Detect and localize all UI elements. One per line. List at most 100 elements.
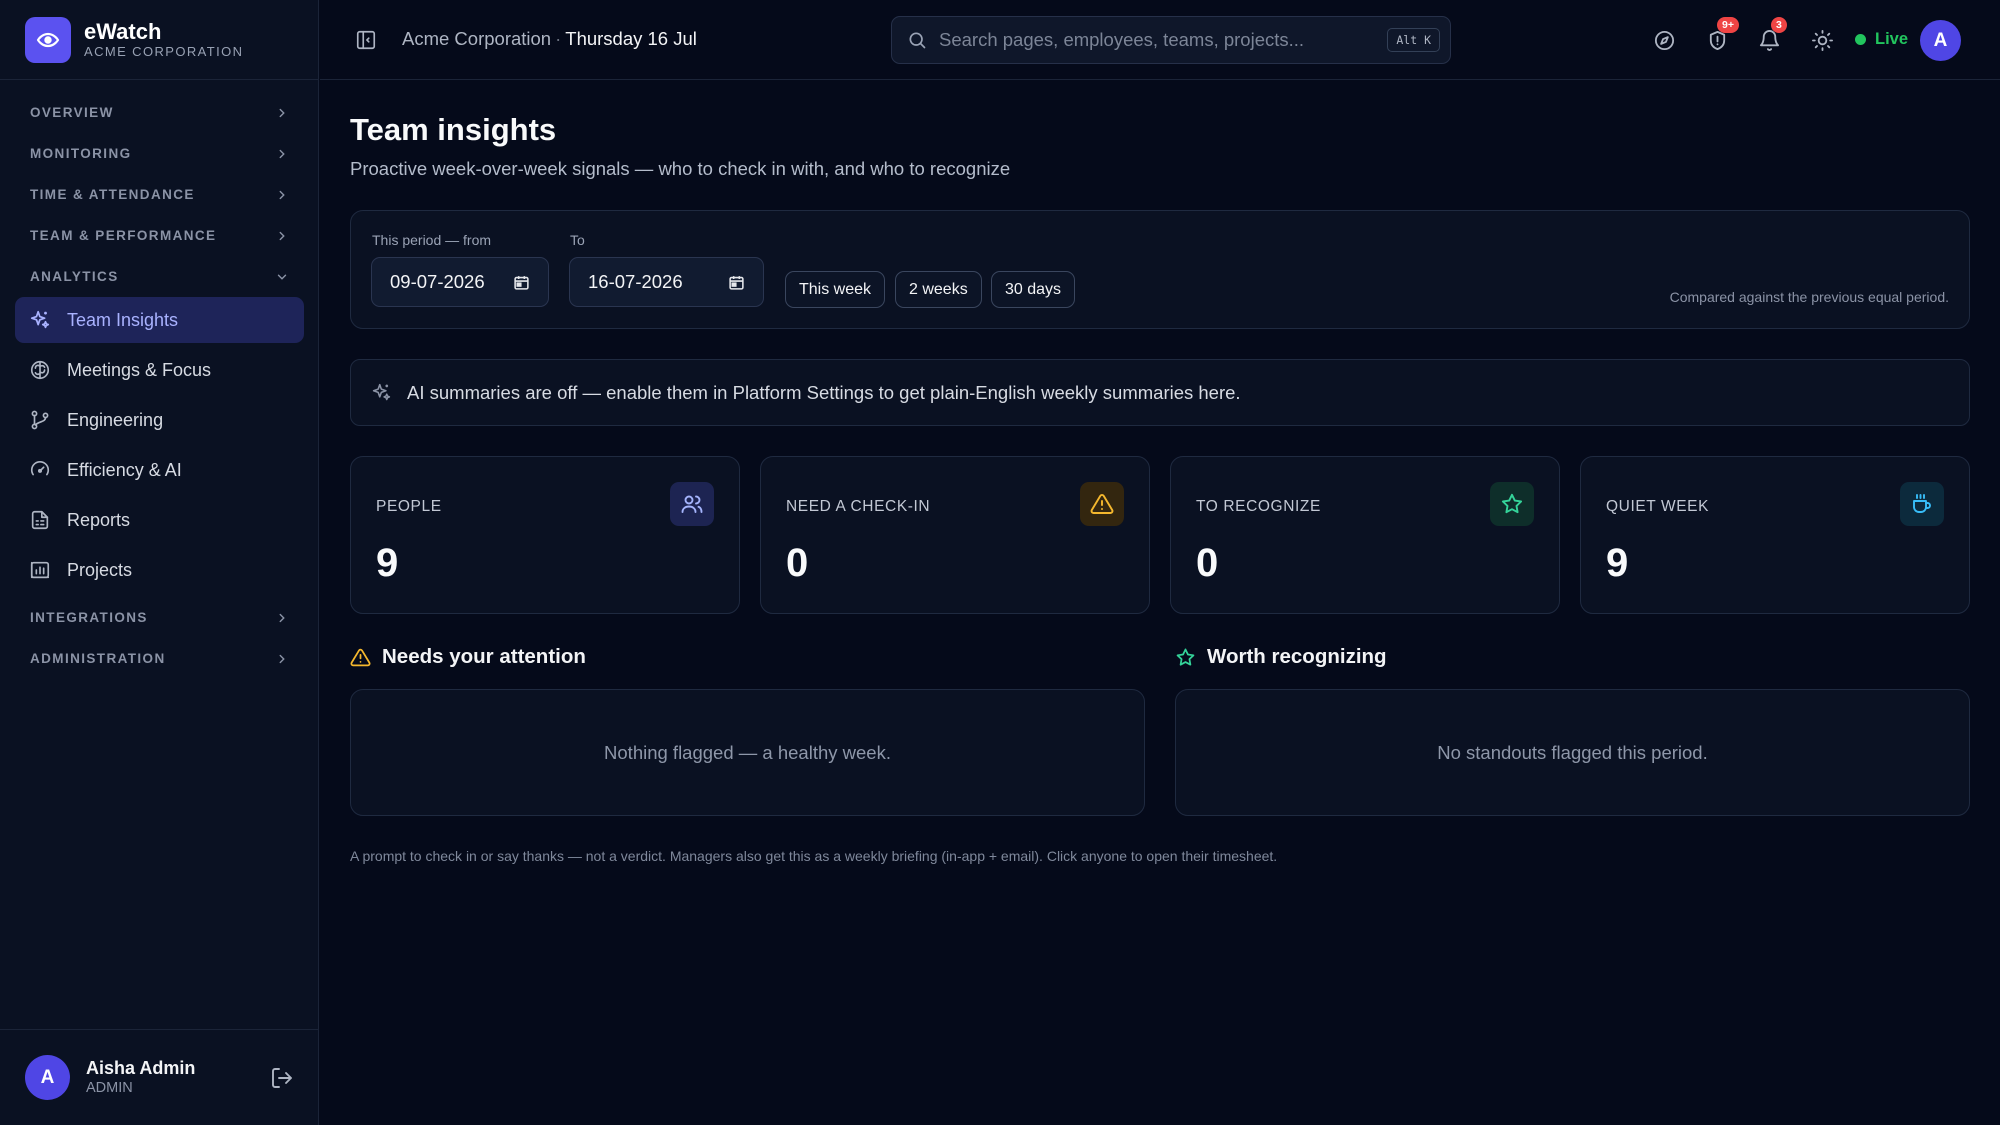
worth-recognizing-heading: Worth recognizing	[1175, 645, 1387, 669]
stat-label: NEED A CHECK-IN	[786, 498, 931, 515]
nav-section-overview[interactable]: OVERVIEW	[15, 92, 304, 133]
user-profile[interactable]: A Aisha Admin ADMIN	[25, 1055, 195, 1100]
nav-section-label: MONITORING	[30, 146, 132, 161]
period-filter-card: This period — from 09-07-2026 To 16-07-2…	[350, 210, 1970, 329]
brain-icon	[29, 359, 51, 381]
nav-section-team-performance[interactable]: TEAM & PERFORMANCE	[15, 215, 304, 256]
nav-section-time-attendance[interactable]: TIME & ATTENDANCE	[15, 174, 304, 215]
preset-this-week-button[interactable]: This week	[785, 271, 886, 308]
page-title: Team insights	[350, 112, 557, 147]
sidebar-nav: OVERVIEW MONITORING TIME & ATTENDANCE TE…	[15, 92, 304, 679]
from-date-input[interactable]: 09-07-2026	[371, 257, 549, 307]
stat-label: PEOPLE	[376, 498, 442, 515]
eye-logo-icon	[25, 17, 71, 63]
top-bar: Acme Corporation·Thursday 16 Jul Alt K 9…	[320, 0, 2000, 80]
stat-value: 0	[786, 541, 809, 585]
divider	[0, 1029, 319, 1030]
coffee-icon	[1900, 482, 1944, 526]
ai-banner-text: AI summaries are off — enable them in Pl…	[407, 381, 1241, 403]
chevron-right-icon	[279, 108, 285, 117]
sidebar-item-projects[interactable]: Projects	[15, 547, 304, 593]
sidebar-toggle-icon[interactable]	[355, 29, 377, 51]
stat-card-quiet-week: QUIET WEEK 9	[1580, 456, 1970, 614]
gauge-icon	[29, 459, 51, 481]
git-branch-icon	[29, 409, 51, 431]
breadcrumb-date: Thursday 16 Jul	[565, 28, 697, 49]
live-label: Live	[1875, 30, 1909, 48]
sidebar-item-label: Meetings & Focus	[67, 359, 212, 380]
sidebar-item-label: Efficiency & AI	[67, 459, 182, 480]
brand[interactable]: eWatch ACME CORPORATION	[25, 17, 243, 63]
breadcrumb: Acme Corporation · Thursday 16 Jul	[402, 28, 697, 50]
stat-value: 9	[376, 541, 399, 585]
sidebar-item-efficiency-ai[interactable]: Efficiency & AI	[15, 447, 304, 493]
calendar-icon	[729, 275, 744, 290]
search-shortcut-hint: Alt K	[1387, 28, 1440, 52]
live-dot-icon	[1855, 34, 1866, 45]
ai-summaries-banner: AI summaries are off — enable them in Pl…	[350, 359, 1970, 426]
nav-section-label: ANALYTICS	[30, 269, 119, 284]
nav-section-administration[interactable]: ADMINISTRATION	[15, 638, 304, 679]
sun-icon[interactable]	[1809, 27, 1835, 53]
star-icon	[1175, 647, 1196, 668]
compass-icon[interactable]	[1651, 27, 1677, 53]
sidebar-item-team-insights[interactable]: Team Insights	[15, 297, 304, 343]
to-label: To	[570, 232, 585, 248]
star-icon	[1490, 482, 1534, 526]
search-box[interactable]: Alt K	[891, 16, 1451, 64]
sidebar-item-engineering[interactable]: Engineering	[15, 397, 304, 443]
search-input[interactable]	[939, 29, 1388, 51]
user-avatar-button[interactable]: A	[1920, 20, 1961, 61]
nav-section-integrations[interactable]: INTEGRATIONS	[15, 597, 304, 638]
to-date-input[interactable]: 16-07-2026	[569, 257, 764, 307]
notifications-badge: 3	[1771, 17, 1787, 33]
logout-icon[interactable]	[270, 1066, 294, 1090]
sparkles-icon	[29, 309, 51, 331]
sidebar-item-label: Team Insights	[67, 309, 179, 330]
user-name: Aisha Admin	[86, 1058, 196, 1078]
sidebar-item-label: Reports	[67, 509, 131, 530]
chevron-right-icon	[279, 149, 285, 158]
sidebar-item-meetings-focus[interactable]: Meetings & Focus	[15, 347, 304, 393]
report-icon	[29, 509, 51, 531]
section-title: Needs your attention	[382, 645, 586, 668]
preset-30-days-button[interactable]: 30 days	[991, 271, 1076, 308]
from-label: This period — from	[372, 232, 492, 248]
avatar: A	[25, 1055, 70, 1100]
nav-section-analytics[interactable]: ANALYTICS	[15, 256, 304, 297]
stat-label: QUIET WEEK	[1606, 498, 1710, 515]
chevron-right-icon	[279, 190, 285, 199]
divider	[0, 79, 319, 80]
warning-icon	[1080, 482, 1124, 526]
breadcrumb-org: Acme Corporation	[402, 28, 552, 49]
nav-section-label: TEAM & PERFORMANCE	[30, 228, 217, 243]
compare-note: Compared against the previous equal peri…	[1669, 289, 1949, 305]
bell-icon[interactable]: 3	[1756, 17, 1787, 53]
nav-section-label: INTEGRATIONS	[30, 610, 148, 625]
worth-recognizing-empty-state: No standouts flagged this period.	[1175, 689, 1970, 816]
preset-2-weeks-button[interactable]: 2 weeks	[895, 271, 982, 308]
chevron-right-icon	[279, 231, 285, 240]
alerts-badge: 9+	[1717, 17, 1739, 33]
chevron-right-icon	[279, 654, 285, 663]
stat-card-need-check-in: NEED A CHECK-IN 0	[760, 456, 1150, 614]
needs-attention-heading: Needs your attention	[350, 645, 586, 669]
nav-section-monitoring[interactable]: MONITORING	[15, 133, 304, 174]
nav-section-label: TIME & ATTENDANCE	[30, 187, 195, 202]
from-date-value: 09-07-2026	[390, 271, 485, 292]
chevron-right-icon	[279, 613, 285, 622]
nav-section-label: OVERVIEW	[30, 105, 114, 120]
shield-alert-icon[interactable]: 9+	[1704, 17, 1739, 53]
search-icon	[909, 32, 926, 49]
stat-value: 0	[1196, 541, 1219, 585]
warning-icon	[350, 647, 371, 668]
stat-card-to-recognize: TO RECOGNIZE 0	[1170, 456, 1560, 614]
sidebar-item-label: Engineering	[67, 409, 164, 430]
sidebar-item-reports[interactable]: Reports	[15, 497, 304, 543]
stat-card-people: PEOPLE 9	[350, 456, 740, 614]
stat-value: 9	[1606, 541, 1629, 585]
breadcrumb-separator: ·	[555, 28, 562, 49]
users-icon	[670, 482, 714, 526]
section-title: Worth recognizing	[1207, 645, 1387, 668]
chart-icon	[29, 559, 51, 581]
